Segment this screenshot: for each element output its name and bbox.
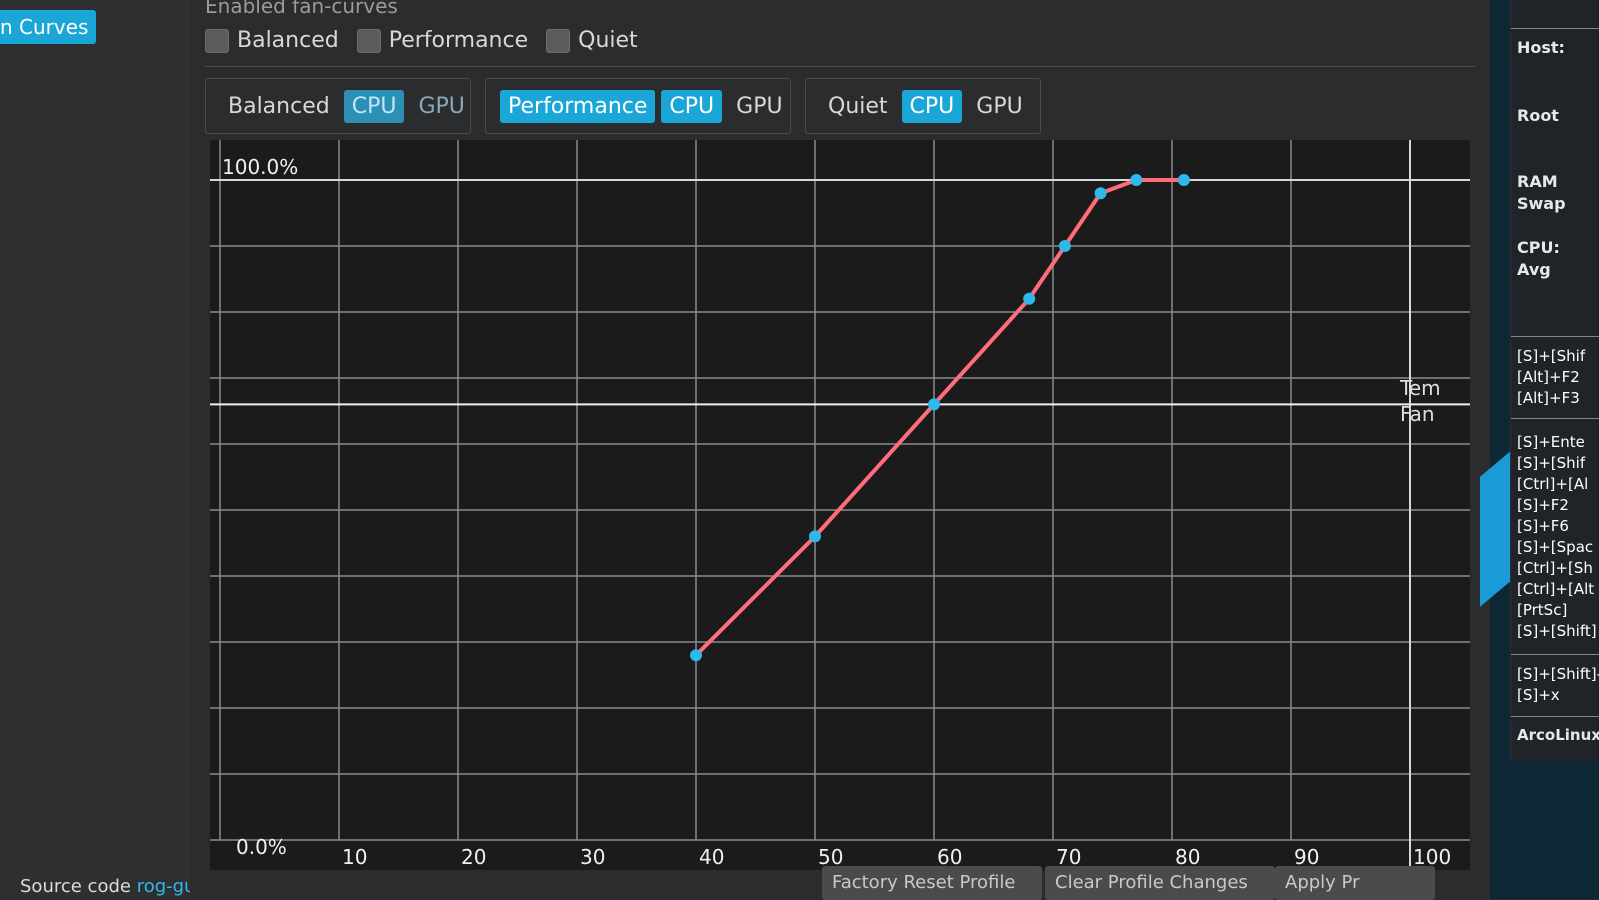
legend-fan: Fan [1400, 402, 1435, 426]
shortcut-text: [Alt]+F3 [1517, 389, 1580, 407]
x-tick-label: 10 [342, 845, 367, 869]
avg-label: Avg [1517, 260, 1551, 279]
arcolinux-label: ArcoLinux [1517, 726, 1599, 744]
checkbox-label: Balanced [237, 28, 339, 53]
checkbox-box[interactable] [546, 28, 571, 53]
shortcut-text: [S]+Ente [1517, 433, 1585, 451]
quiet-cpu-button[interactable]: CPU [901, 89, 963, 123]
fan-curve-chart[interactable]: 100.0% 0.0% 10 20 30 40 50 60 70 80 90 100 Tem Fan [210, 140, 1470, 870]
checkbox-label: Performance [388, 28, 529, 53]
curve-point-handle[interactable] [809, 530, 821, 543]
performance-cpu-button[interactable]: CPU [661, 89, 723, 123]
fan-curve-editor: Enabled fan-curves Balanced Performance … [190, 0, 1490, 900]
panel-divider [1511, 654, 1599, 655]
checkbox-box[interactable] [205, 28, 229, 53]
profile-group-quiet: Quiet CPU GPU [805, 78, 1041, 134]
shortcut-text: [S]+[Shift] [1517, 622, 1597, 640]
shortcut-text: [S]+[Shift]- [1517, 665, 1599, 683]
shortcut-text: [PrtSc] [1517, 601, 1568, 619]
apply-profile-button[interactable]: Apply Pr [1275, 866, 1435, 900]
shortcut-text: [S]+[Shif [1517, 347, 1586, 365]
ram-label: RAM [1517, 172, 1558, 191]
fan-curve-svg[interactable]: 100.0%0.0% 10 20 30 40 50 60 70 80 90 100 [210, 140, 1470, 870]
curve-point-handle[interactable] [1023, 292, 1036, 305]
nav-item-fan-curves[interactable]: n Curves [0, 10, 97, 44]
shortcuts-block-2: [S]+Ente [S]+[Shif [Ctrl]+[Al [S]+F2 [S]… [1517, 432, 1597, 642]
host-label: Host: [1517, 38, 1565, 57]
x-tick-label: 20 [461, 845, 486, 869]
curve-point-handle[interactable] [1094, 187, 1107, 200]
curve-point-handle[interactable] [690, 649, 702, 662]
shortcut-text: [S]+x [1517, 686, 1560, 704]
panel-divider [1511, 336, 1599, 337]
plot-background [210, 140, 1470, 870]
enable-quiet-checkbox[interactable]: Quiet [546, 28, 638, 53]
cpu-label: CPU: [1517, 238, 1560, 257]
divider [205, 66, 1475, 67]
swap-label: Swap [1517, 194, 1566, 213]
shortcut-text: [S]+[Spac [1517, 538, 1594, 556]
curve-point-handle[interactable] [928, 398, 940, 411]
clear-profile-changes-button[interactable]: Clear Profile Changes [1045, 866, 1275, 900]
y-label-top: 100.0% [222, 155, 298, 179]
checkbox-label: Quiet [578, 28, 638, 53]
conky-panel: Host: Root RAM Swap CPU: Avg [S]+[Shif [… [1510, 0, 1599, 760]
enable-balanced-checkbox[interactable]: Balanced [205, 28, 339, 53]
performance-gpu-button[interactable]: GPU [728, 90, 790, 123]
enabled-fan-curves-title: Enabled fan-curves [205, 0, 398, 18]
shortcut-text: [S]+F6 [1517, 517, 1569, 535]
x-tick-label: 40 [699, 845, 724, 869]
shortcut-text: [Ctrl]+[Al [1517, 475, 1589, 493]
x-tick-label: 30 [580, 845, 605, 869]
balanced-cpu-button[interactable]: CPU [343, 89, 405, 123]
source-prefix: Source code [20, 876, 131, 897]
enable-performance-checkbox[interactable]: Performance [356, 28, 529, 53]
curve-point-handle[interactable] [1130, 174, 1143, 186]
quiet-gpu-button[interactable]: GPU [968, 90, 1030, 123]
shortcut-text: [S]+F2 [1517, 496, 1569, 514]
shortcut-text: [Alt]+F2 [1517, 368, 1580, 386]
left-nav: n Curves Source code rog-gui. [0, 0, 206, 899]
curve-point-handle[interactable] [1177, 174, 1190, 186]
source-code-line: Source code rog-gui. [20, 876, 206, 897]
shortcut-text: [Ctrl]+[Sh [1517, 559, 1593, 577]
shortcut-text: [S]+[Shif [1517, 454, 1586, 472]
curve-point-handle[interactable] [1058, 240, 1071, 252]
shortcuts-block-1: [S]+[Shif [Alt]+F2 [Alt]+F3 [1517, 346, 1585, 409]
checkbox-box[interactable] [356, 28, 381, 53]
profile-tab-quiet[interactable]: Quiet [820, 90, 896, 123]
enabled-checkbox-row: Balanced Performance Quiet [205, 28, 638, 53]
y-label-bottom: 0.0% [236, 835, 287, 859]
balanced-gpu-button[interactable]: GPU [410, 90, 472, 123]
factory-reset-profile-button[interactable]: Factory Reset Profile [822, 866, 1042, 900]
panel-divider [1511, 418, 1599, 419]
profile-group-balanced: Balanced CPU GPU [205, 78, 471, 134]
profile-tab-balanced[interactable]: Balanced [220, 90, 338, 123]
profile-tab-performance[interactable]: Performance [500, 89, 656, 123]
legend-temp: Tem [1400, 376, 1441, 400]
nav-item-label: n Curves [0, 15, 89, 39]
panel-divider [1511, 716, 1599, 717]
shortcut-text: [Ctrl]+[Alt [1517, 580, 1595, 598]
shortcuts-block-3: [S]+[Shift]- [S]+x [1517, 664, 1599, 706]
profile-group-performance: Performance CPU GPU [485, 78, 791, 134]
root-label: Root [1517, 106, 1559, 125]
panel-divider [1511, 28, 1599, 29]
